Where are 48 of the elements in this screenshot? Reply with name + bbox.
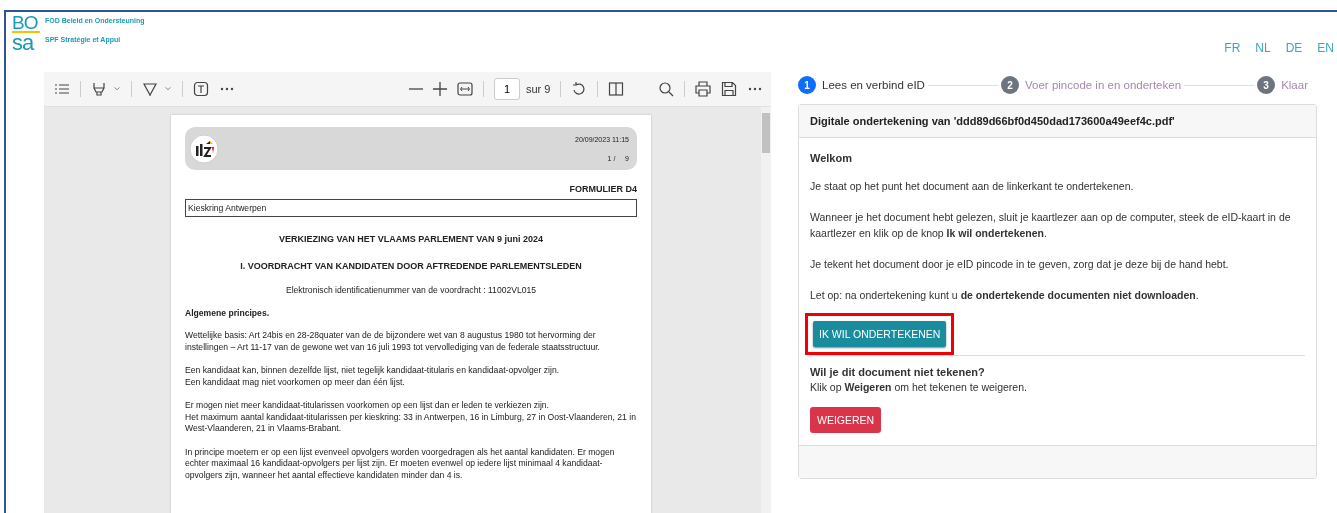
fit-width-icon[interactable]	[457, 82, 473, 96]
document-subtitle: I. VOORDRACHT VAN KANDIDATEN DOOR AFTREDENDE PARLEMENTSLEDEN	[239, 261, 583, 271]
step-number: 3	[1257, 76, 1276, 94]
step-number: 1	[798, 76, 816, 94]
step-label[interactable]: Voer pincode in en onderteken	[1025, 79, 1182, 91]
instruction-text: Je staat op het punt het document aan de linkerkant te ondertekenen.	[810, 179, 1135, 194]
logo: BO sa	[12, 14, 40, 57]
document-paragraph: In principe moetern er op een lijst evenveel opvolgers worden voorgedragen als het aantal kandidaten. Er mogen echter maximaal 16 kandidaat-opvolgers per lijst zijn. Er moeten evenwel op iedere lijst minimaal 4 kandidaat-opvolgers zijn, wanneer het aantal effectieve kandidaten minder dan 4 is.	[185, 446, 616, 481]
print-icon[interactable]	[695, 81, 711, 97]
instruction-text: Wanneer je het document hebt gelezen, sluit je kaartlezer aan op de computer, steek de eID-kaart in de kaartlezer en klik op de knop Ik wil ondertekenen.	[810, 210, 1292, 241]
step-label[interactable]: Lees en verbind eID	[822, 79, 925, 91]
sign-button[interactable]: IK WIL ONDERTEKENEN	[813, 321, 947, 347]
language-link[interactable]: DE	[1285, 41, 1303, 72]
document-paragraph: Een kandidaat kan, binnen dezelfde lijst, niet tegelijk kandidaat-titularis en kandidaat-opvolger zijn.	[185, 365, 561, 377]
language-link[interactable]: FR	[1224, 41, 1241, 72]
zoom-in-icon[interactable]	[433, 82, 447, 96]
document-paragraph: Het maximum aantal kandidaat-titularissen per kieskring: 33 in Antwerpen, 16 in Limburg, 27 in Oost-Vlaanderen, 21 in West-Vlaanderen, 21 in Vlaams-Brabant.	[185, 411, 637, 435]
form-label: FORMULIER D4	[568, 184, 637, 194]
district-field: Kieskring Antwerpen	[185, 199, 637, 217]
instruction-text: Let op: na ondertekening kunt u de ondertekende documenten niet downloaden.	[810, 288, 1200, 303]
welcome-heading: Welkom	[810, 152, 853, 164]
language-link[interactable]: NL	[1255, 41, 1271, 72]
step-number: 2	[1001, 76, 1020, 94]
highlighter-icon[interactable]	[91, 81, 107, 97]
card-title: Digitale ondertekening van 'ddd89d66bf0d450dad173600a49eef4c.pdf'	[799, 105, 1316, 138]
language-link[interactable]: EN	[1317, 41, 1334, 72]
identification-line: Elektronisch identificatienummer van de voordracht : 11002VL015	[284, 285, 538, 295]
search-icon[interactable]	[658, 81, 674, 97]
pen-icon[interactable]	[142, 81, 158, 97]
decline-button[interactable]: WEIGEREN	[810, 407, 882, 433]
document-paragraph: Wettelijke basis: Art 24bis en 28-28quater van de de bijzondere wet van 8 augustus 1980 tot hervorming der instellingen – Art 11-17 van de gewone wet van 16 juli 1993 tot vervollediging van de federale staatsstructuur.	[185, 330, 601, 353]
page-number-field[interactable]: 1	[494, 78, 520, 100]
text-box-icon[interactable]	[193, 81, 209, 97]
emblem-icon	[189, 133, 219, 164]
decline-heading: Wil je dit document niet tekenen?	[810, 366, 986, 378]
decline-text: Klik op Weigeren om het tekenen te weigeren.	[810, 381, 1028, 393]
document-paragraph: Een kandidaat mag niet voorkomen op meer dan één lijst.	[185, 376, 406, 388]
scrollbar[interactable]	[761, 107, 771, 513]
document-paragraph: Er mogen niet meer kandidaat-titularissen voorkomen op een lijst dan er leden te verkiezen zijn.	[185, 400, 550, 412]
page-total: sur 9	[526, 83, 551, 95]
section-heading: Algemene principes.	[185, 308, 271, 318]
instruction-text: Je tekent het document door je eID pincode in te geven, zorg dat je deze bij de hand hebt.	[810, 257, 1230, 272]
more-icon[interactable]	[219, 87, 235, 91]
more-icon[interactable]	[747, 87, 763, 91]
save-icon[interactable]	[721, 81, 737, 97]
document-title: VERKIEZING VAN HET VLAAMS PARLEMENT VAN 9 juni 2024	[277, 234, 544, 244]
step-label[interactable]: Klaar	[1281, 79, 1308, 91]
page-view-icon[interactable]	[608, 81, 625, 97]
